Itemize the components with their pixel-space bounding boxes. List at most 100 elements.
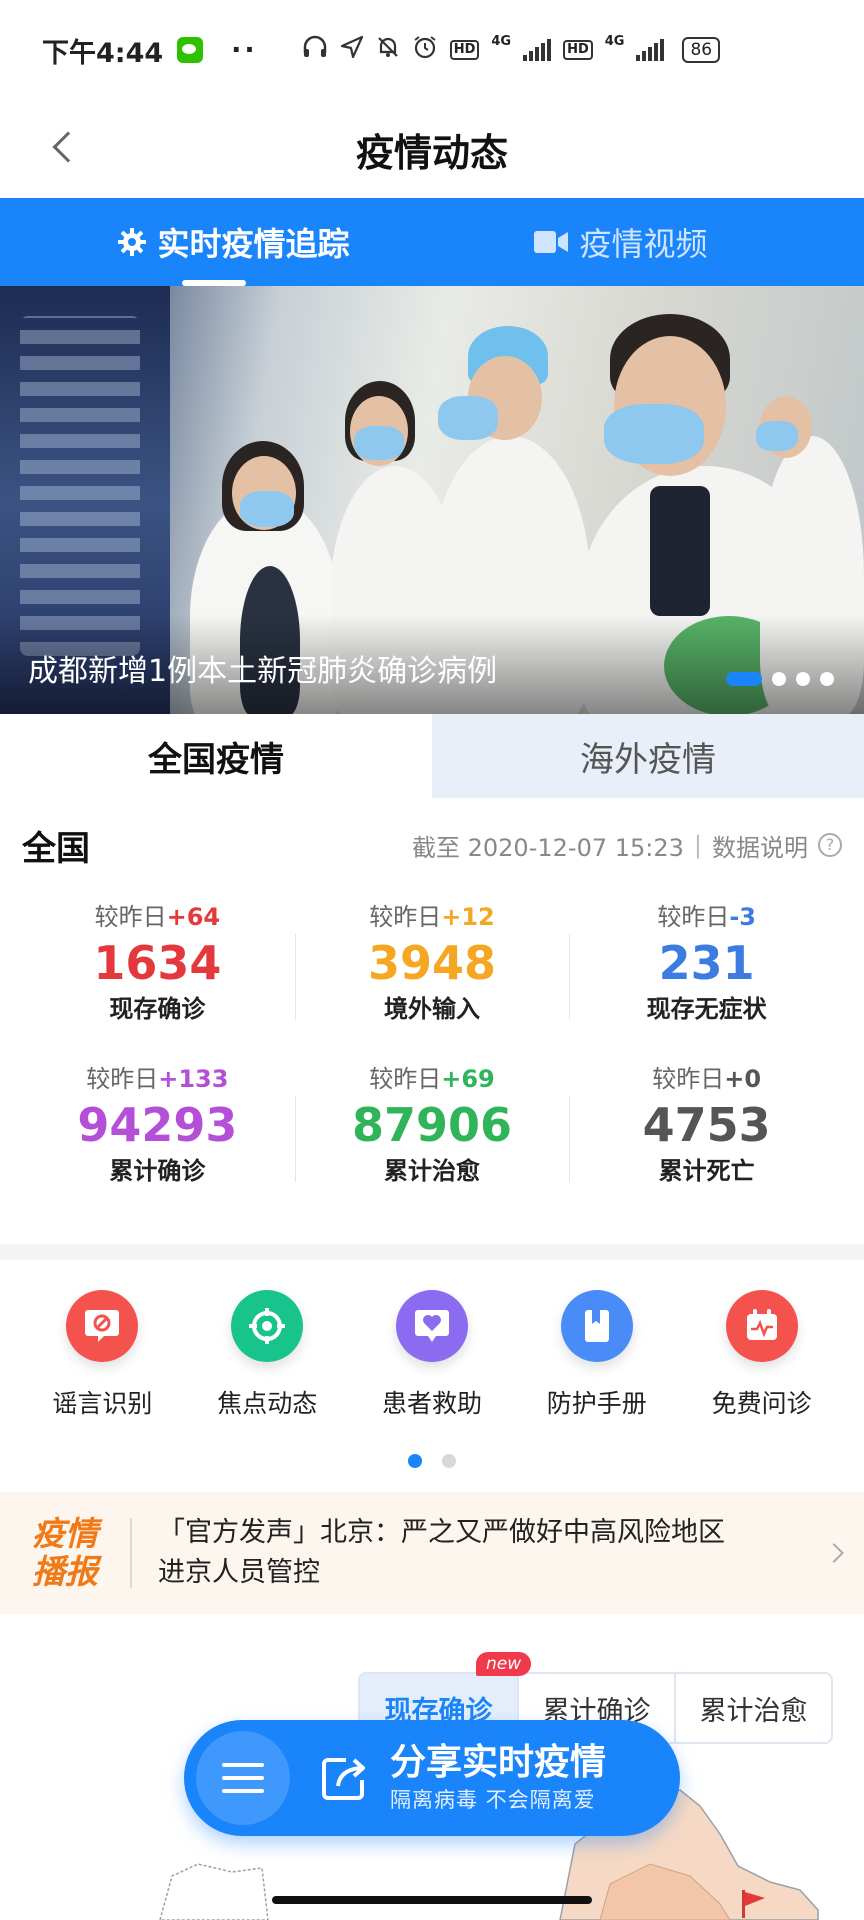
stat-label: 累计死亡 [658,1157,755,1185]
stat-value: 94293 [77,1098,238,1152]
news-ticker[interactable]: 疫情 播报 「官方发声」北京：严之又严做好中高风险地区 进京人员管控 [0,1492,864,1614]
stat-label: 现存确诊 [109,995,206,1023]
focus-icon [231,1290,304,1362]
tab-epidemic-video[interactable]: 疫情视频 [427,198,864,286]
quick-link-free-consult[interactable]: 免费问诊 [679,1290,844,1420]
stat-total-deaths[interactable]: 较昨日+0 4753 累计死亡 [569,1062,844,1224]
share-button[interactable]: 分享实时疫情 隔离病毒 不会隔离爱 [184,1720,680,1836]
page-title: 疫情动态 [355,130,508,175]
delta-value: +64 [166,903,221,931]
tab-domestic[interactable]: 全国疫情 [0,714,432,798]
stat-delta: 较昨日+12 [369,903,495,931]
signal-icon [523,39,552,61]
toggle-total-cured[interactable]: 累计治愈 [674,1674,831,1742]
delta-value: +133 [158,1065,229,1093]
chevron-left-icon [52,131,84,163]
stat-label: 境外输入 [384,995,480,1023]
stat-imported[interactable]: 较昨日+12 3948 境外输入 [294,900,570,1062]
banner-figure [756,421,798,451]
page-dot[interactable] [442,1454,456,1468]
quick-link-label: 焦点动态 [217,1389,318,1418]
status-time: 下午4:44 [42,37,164,69]
status-bar: 下午4:44 ·· HD 4G HD 4G 86 [0,0,864,100]
new-badge: new [476,1652,532,1676]
stat-delta: 较昨日-3 [657,903,757,931]
banner-figure [354,426,404,460]
stat-delta: 较昨日+69 [369,1065,495,1093]
stat-asymptomatic[interactable]: 较昨日-3 231 现存无症状 [569,900,844,1062]
network-label-2: 4G [604,34,625,49]
data-note-link[interactable]: 数据说明 [712,828,808,863]
section-divider [0,1244,864,1260]
quick-link-label: 患者救助 [381,1389,482,1418]
stat-value: 231 [658,936,755,990]
quick-link-label: 防护手册 [546,1389,647,1418]
heart-icon [395,1290,468,1362]
banner-pagination [726,672,834,686]
quick-link-protection-guide[interactable]: 防护手册 [514,1290,679,1420]
gear-icon [118,228,147,256]
tab-label: 实时疫情追踪 [157,225,350,263]
stat-value: 4753 [642,1098,771,1152]
menu-icon[interactable] [196,1731,290,1825]
book-icon [560,1290,633,1362]
chevron-right-icon [804,1543,864,1563]
ticker-divider [130,1518,132,1588]
network-label: 4G [491,34,512,49]
ticker-badge-line: 疫情 [32,1514,98,1553]
ticker-badge: 疫情 播报 [0,1515,130,1591]
as-of-time: 截至 2020-12-07 15:23 [412,833,684,862]
share-text: 分享实时疫情 隔离病毒 不会隔离爱 [390,1741,606,1815]
wechat-notification-icon [177,37,204,63]
news-banner[interactable]: 成都新增1例本土新冠肺炎确诊病例 [0,286,864,714]
delta-value: +0 [724,1065,762,1093]
stat-label: 累计治愈 [384,1157,480,1185]
quick-link-label: 谣言识别 [52,1389,153,1418]
banner-dot[interactable] [820,672,834,686]
tab-label: 疫情视频 [579,225,708,263]
home-indicator[interactable] [272,1896,592,1904]
stats-row: 较昨日+133 94293 累计确诊 较昨日+69 87906 累计治愈 较昨日… [20,1062,844,1224]
stat-total-cured[interactable]: 较昨日+69 87906 累计治愈 [294,1062,570,1224]
ticker-headline: 「官方发声」北京：严之又严做好中高风险地区 进京人员管控 [158,1513,804,1593]
page-dot[interactable] [408,1454,422,1468]
quick-link-focus[interactable]: 焦点动态 [185,1290,350,1420]
quick-link-rumor[interactable]: 谣言识别 [20,1290,185,1420]
region-tabs: 全国疫情 海外疫情 [0,714,864,798]
stat-delta: 较昨日+0 [652,1065,762,1093]
stat-delta: 较昨日+64 [94,903,221,931]
share-icon [322,1758,365,1800]
stats-row: 较昨日+64 1634 现存确诊 较昨日+12 3948 境外输入 较昨日-3 … [20,900,844,1062]
quick-links: 谣言识别 焦点动态 患者救助 防护手册 免费问诊 [20,1290,844,1420]
share-title: 分享实时疫情 [390,1742,607,1783]
help-icon[interactable]: ? [818,833,842,857]
stat-label: 现存无症状 [646,995,767,1023]
tab-overseas[interactable]: 海外疫情 [432,714,864,798]
banner-dot[interactable] [726,672,762,686]
hd-icon: HD [449,40,480,60]
stat-label: 累计确诊 [109,1157,206,1185]
banner-dot[interactable] [772,672,786,686]
banner-dot[interactable] [796,672,810,686]
back-button[interactable] [38,122,88,172]
more-notifications-icon: ·· [231,34,258,66]
banner-caption: 成都新增1例本土新冠肺炎确诊病例 [28,654,498,689]
location-icon [340,35,364,65]
stat-value: 1634 [93,936,222,990]
tab-realtime-tracking[interactable]: 实时疫情追踪 [0,198,427,286]
hd-icon-2: HD [563,40,593,60]
stat-current-confirmed[interactable]: 较昨日+64 1634 现存确诊 [20,900,295,1062]
quick-links-pagination [0,1454,864,1468]
meta-separator: | [693,831,702,859]
alarm-icon [412,34,438,66]
quick-link-patient-aid[interactable]: 患者救助 [350,1290,515,1420]
stat-total-confirmed[interactable]: 较昨日+133 94293 累计确诊 [20,1062,295,1224]
quick-link-label: 免费问诊 [711,1389,812,1418]
delta-value: -3 [729,903,757,931]
stat-delta: 较昨日+133 [86,1065,229,1093]
ticker-headline-line: 进京人员管控 [158,1557,320,1588]
banner-figure [650,486,710,616]
share-subtitle: 隔离病毒 不会隔离爱 [390,1788,596,1812]
signal-icon-2 [636,39,665,61]
battery-icon: 86 [682,37,721,63]
